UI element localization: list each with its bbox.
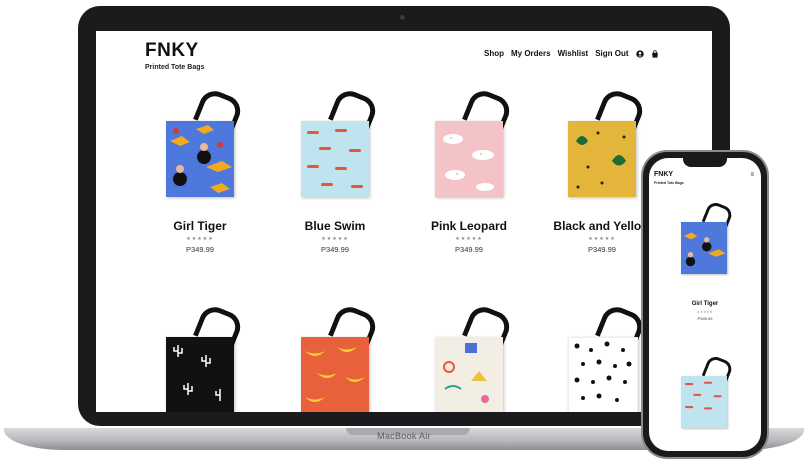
product-card-girl-tiger[interactable]: Girl Tiger ★★★★★ P349.99 xyxy=(140,86,260,254)
nav-my-orders[interactable]: My Orders xyxy=(511,49,551,58)
product-name[interactable]: Girl Tiger xyxy=(140,219,260,233)
mobile-product-name[interactable]: Girl Tiger xyxy=(649,301,761,307)
camera-dot xyxy=(400,15,405,20)
tote-bag-image[interactable] xyxy=(435,302,515,412)
product-price: P349.99 xyxy=(321,245,349,254)
product-name[interactable]: Pink Leopard xyxy=(409,219,529,233)
mobile-rating-stars: ★★★★★ xyxy=(697,310,713,314)
mobile-product-price: P349.99 xyxy=(697,316,713,321)
product-card-blue-swim[interactable]: Blue Swim ★★★★★ P349.99 xyxy=(275,86,395,254)
rating-stars: ★★★★★ xyxy=(455,236,483,242)
mobile-site-tagline: Printed Tote Bags xyxy=(654,181,684,185)
mobile-site-logo[interactable]: FNKY xyxy=(654,171,673,178)
rating-stars: ★★★★★ xyxy=(186,236,214,242)
tote-bag-image[interactable] xyxy=(435,86,515,197)
tote-bag-image[interactable] xyxy=(568,302,648,412)
main-nav: Shop My Orders Wishlist Sign Out xyxy=(484,49,659,58)
nav-sign-out[interactable]: Sign Out xyxy=(595,49,628,58)
product-card-abstract[interactable] xyxy=(409,302,529,412)
phone-screen: FNKY Printed Tote Bags ≡ Girl Tiger ★★★★… xyxy=(649,158,761,451)
product-card-cactus[interactable] xyxy=(140,302,260,412)
site-logo[interactable]: FNKY xyxy=(145,40,199,62)
site-tagline: Printed Tote Bags xyxy=(145,64,205,71)
product-card-banana[interactable] xyxy=(275,302,395,412)
mobile-tote-bag-image[interactable] xyxy=(681,199,735,274)
user-icon[interactable] xyxy=(635,49,644,58)
tote-bag-image[interactable] xyxy=(301,86,381,197)
laptop-screen: FNKY Printed Tote Bags Shop My Orders Wi… xyxy=(96,31,712,412)
bag-icon[interactable] xyxy=(651,49,659,58)
product-name[interactable]: Blue Swim xyxy=(275,219,395,233)
mobile-tote-bag-image[interactable] xyxy=(681,353,735,428)
tote-bag-image[interactable] xyxy=(166,302,246,412)
product-price: P349.99 xyxy=(455,245,483,254)
tote-bag-image[interactable] xyxy=(301,302,381,412)
hamburger-menu-icon[interactable]: ≡ xyxy=(750,172,754,178)
nav-wishlist[interactable]: Wishlist xyxy=(558,49,589,58)
product-price: P349.99 xyxy=(186,245,214,254)
product-card-pink-leopard[interactable]: Pink Leopard ★★★★★ P349.99 xyxy=(409,86,529,254)
tote-bag-image[interactable] xyxy=(568,86,648,197)
rating-stars: ★★★★★ xyxy=(321,236,349,242)
phone-notch xyxy=(683,158,727,167)
tote-bag-image[interactable] xyxy=(166,86,246,197)
nav-shop[interactable]: Shop xyxy=(484,49,504,58)
